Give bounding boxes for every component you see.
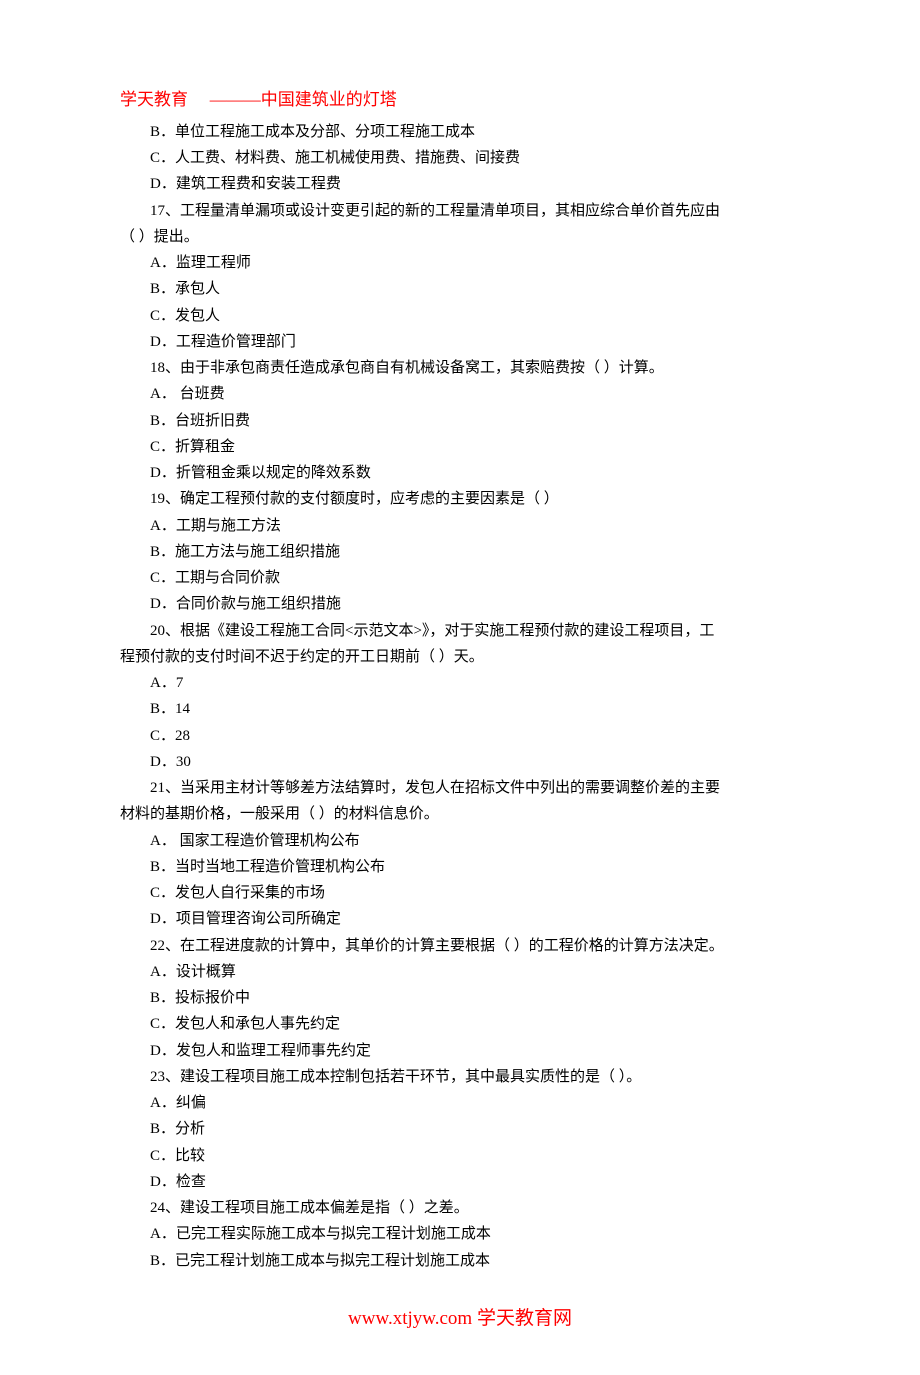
option-line: D．建筑工程费和安装工程费 (120, 171, 800, 197)
question-22: 22、在工程进度款的计算中，其单价的计算主要根据（ ）的工程价格的计算方法决定。 (120, 933, 800, 959)
option-line: C．发包人和承包人事先约定 (120, 1011, 800, 1037)
question-18: 18、由于非承包商责任造成承包商自有机械设备窝工，其索赔费按（ ）计算。 (120, 355, 800, 381)
page-header: 学天教育 ———中国建筑业的灯塔 (120, 85, 800, 115)
question-20-cont: 程预付款的支付时间不迟于约定的开工日期前（ ）天。 (120, 644, 800, 670)
option-line: A． 台班费 (120, 381, 800, 407)
question-23: 23、建设工程项目施工成本控制包括若干环节，其中最具实质性的是（ ）。 (120, 1064, 800, 1090)
option-line: B．14 (120, 696, 800, 722)
option-line: A．监理工程师 (120, 250, 800, 276)
option-line: B．施工方法与施工组织措施 (120, 539, 800, 565)
document-content: B．单位工程施工成本及分部、分项工程施工成本 C．人工费、材料费、施工机械使用费… (120, 119, 800, 1274)
footer-url: www.xtjyw.com (348, 1308, 472, 1329)
option-line: C．人工费、材料费、施工机械使用费、措施费、间接费 (120, 145, 800, 171)
question-21-cont: 材料的基期价格，一般采用（ ）的材料信息价。 (120, 801, 800, 827)
option-line: C．比较 (120, 1143, 800, 1169)
option-line: C．28 (120, 723, 800, 749)
question-21: 21、当采用主材计等够差方法结算时，发包人在招标文件中列出的需要调整价差的主要 (120, 775, 800, 801)
option-line: D．发包人和监理工程师事先约定 (120, 1038, 800, 1064)
option-line: B．承包人 (120, 276, 800, 302)
option-line: C．发包人自行采集的市场 (120, 880, 800, 906)
option-line: B．分析 (120, 1116, 800, 1142)
option-line: D．折管租金乘以规定的降效系数 (120, 460, 800, 486)
option-line: A． 国家工程造价管理机构公布 (120, 828, 800, 854)
question-24: 24、建设工程项目施工成本偏差是指（ ）之差。 (120, 1195, 800, 1221)
option-line: A．纠偏 (120, 1090, 800, 1116)
option-line: B．投标报价中 (120, 985, 800, 1011)
question-17-cont: （ ）提出。 (120, 224, 800, 250)
option-line: D．项目管理咨询公司所确定 (120, 906, 800, 932)
option-line: D．合同价款与施工组织措施 (120, 591, 800, 617)
option-line: B．单位工程施工成本及分部、分项工程施工成本 (120, 119, 800, 145)
question-17: 17、工程量清单漏项或设计变更引起的新的工程量清单项目，其相应综合单价首先应由 (120, 198, 800, 224)
option-line: A．7 (120, 670, 800, 696)
option-line: A．已完工程实际施工成本与拟完工程计划施工成本 (120, 1221, 800, 1247)
page-footer: www.xtjyw.com 学天教育网 (120, 1302, 800, 1335)
option-line: C．折算租金 (120, 434, 800, 460)
footer-site: 学天教育网 (472, 1308, 572, 1329)
option-line: A．设计概算 (120, 959, 800, 985)
option-line: C．发包人 (120, 303, 800, 329)
option-line: B．已完工程计划施工成本与拟完工程计划施工成本 (120, 1248, 800, 1274)
brand-slogan: ———中国建筑业的灯塔 (210, 90, 397, 109)
brand-name: 学天教育 (120, 90, 188, 109)
option-line: B．台班折旧费 (120, 408, 800, 434)
question-19: 19、确定工程预付款的支付额度时，应考虑的主要因素是（ ） (120, 486, 800, 512)
option-line: B．当时当地工程造价管理机构公布 (120, 854, 800, 880)
option-line: C．工期与合同价款 (120, 565, 800, 591)
option-line: D．30 (120, 749, 800, 775)
option-line: D．检查 (120, 1169, 800, 1195)
option-line: D．工程造价管理部门 (120, 329, 800, 355)
option-line: A．工期与施工方法 (120, 513, 800, 539)
question-20: 20、根据《建设工程施工合同<示范文本>》，对于实施工程预付款的建设工程项目，工 (120, 618, 800, 644)
